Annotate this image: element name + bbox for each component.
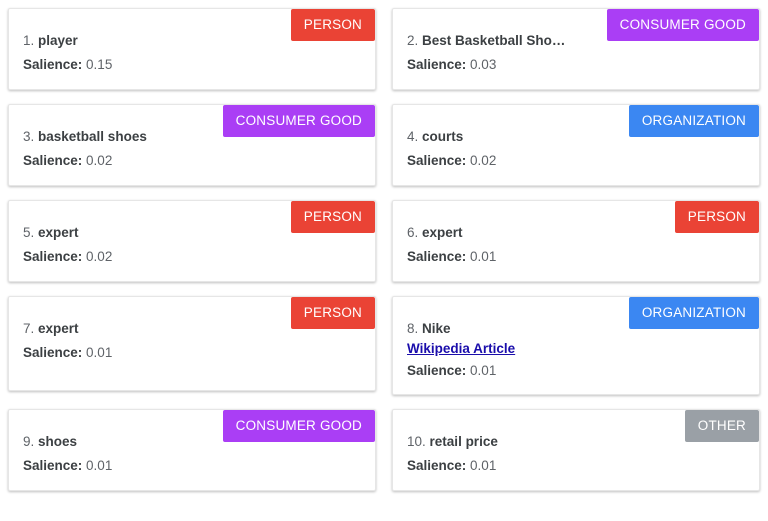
entity-index: 7.	[23, 321, 34, 336]
salience-value: 0.15	[86, 57, 112, 72]
entity-salience: Salience: 0.02	[23, 151, 361, 170]
entity-type-badge: PERSON	[291, 201, 375, 233]
entity-index: 2.	[407, 33, 418, 48]
entity-index: 9.	[23, 434, 34, 449]
entity-results-grid: PERSON 1. player Salience: 0.15 CONSUMER GO…	[0, 0, 768, 491]
wikipedia-article-link[interactable]: Wikipedia Article	[407, 341, 515, 356]
entity-index: 3.	[23, 129, 34, 144]
entity-card: OTHER 10. retail price Salience: 0.01	[392, 409, 760, 491]
entity-card: ORGANIZATION 8. Nike Wikipedia Article Sali…	[392, 296, 760, 395]
entity-salience: Salience: 0.01	[407, 247, 745, 266]
entity-card: CONSUMER GOOD3. basketball shoesSalience…	[8, 104, 376, 186]
entity-salience: Salience: 0.15	[23, 55, 361, 74]
entity-index: 4.	[407, 129, 418, 144]
salience-value: 0.02	[86, 153, 112, 168]
entity-title: 9. shoes	[23, 432, 238, 451]
salience-value: 0.02	[86, 249, 112, 264]
entity-card: CONSUMER GOOD2. Best Basketball Sho…Sali…	[392, 8, 760, 90]
entity-card: PERSON 1. player Salience: 0.15	[8, 8, 376, 90]
salience-value: 0.01	[86, 458, 112, 473]
entity-salience: Salience: 0.02	[407, 151, 745, 170]
entity-index: 8.	[407, 321, 418, 336]
entity-index: 1.	[23, 33, 34, 48]
entity-type-badge: CONSUMER GOOD	[607, 9, 759, 41]
entity-type-badge: PERSON	[675, 201, 759, 233]
entity-salience: Salience: 0.01	[23, 456, 361, 475]
entity-title: 10. retail price	[407, 432, 622, 451]
entity-index: 6.	[407, 225, 418, 240]
entity-card: PERSON 5. expert Salience: 0.02	[8, 200, 376, 282]
entity-type-badge: CONSUMER GOOD	[223, 105, 375, 137]
entity-title: 1. player	[23, 31, 238, 50]
entity-type-badge: PERSON	[291, 9, 375, 41]
salience-label: Salience:	[23, 153, 82, 168]
entity-type-badge: PERSON	[291, 297, 375, 329]
entity-name: retail price	[430, 434, 498, 449]
salience-value: 0.01	[470, 363, 496, 378]
entity-salience: Salience: 0.03	[407, 55, 745, 74]
entity-salience: Salience: 0.01	[23, 343, 361, 362]
salience-value: 0.01	[86, 345, 112, 360]
entity-type-badge: ORGANIZATION	[629, 105, 759, 137]
entity-title: 7. expert	[23, 319, 238, 338]
entity-card: CONSUMER GOOD9. shoesSalience: 0.01	[8, 409, 376, 491]
salience-label: Salience:	[407, 458, 466, 473]
entity-name: Best Basketball Sho…	[422, 33, 565, 48]
entity-salience: Salience: 0.02	[23, 247, 361, 266]
salience-value: 0.01	[470, 249, 496, 264]
entity-name: courts	[422, 129, 463, 144]
salience-label: Salience:	[23, 345, 82, 360]
salience-value: 0.01	[470, 458, 496, 473]
entity-card: ORGANIZATION 4. courts Salience: 0.02	[392, 104, 760, 186]
salience-label: Salience:	[23, 249, 82, 264]
entity-salience: Salience: 0.01	[407, 361, 745, 380]
salience-label: Salience:	[407, 153, 466, 168]
entity-title: 2. Best Basketball Sho…	[407, 31, 622, 50]
salience-value: 0.02	[470, 153, 496, 168]
entity-name: expert	[38, 225, 79, 240]
entity-name: expert	[422, 225, 463, 240]
entity-index: 10.	[407, 434, 426, 449]
entity-title: 3. basketball shoes	[23, 127, 238, 146]
entity-title: 8. Nike	[407, 319, 622, 338]
entity-card: PERSON 6. expert Salience: 0.01	[392, 200, 760, 282]
salience-label: Salience:	[407, 249, 466, 264]
salience-label: Salience:	[407, 57, 466, 72]
salience-label: Salience:	[23, 57, 82, 72]
salience-label: Salience:	[23, 458, 82, 473]
entity-index: 5.	[23, 225, 34, 240]
salience-value: 0.03	[470, 57, 496, 72]
entity-salience: Salience: 0.01	[407, 456, 745, 475]
entity-name: shoes	[38, 434, 77, 449]
entity-name: expert	[38, 321, 79, 336]
entity-title: 6. expert	[407, 223, 622, 242]
entity-name: basketball shoes	[38, 129, 147, 144]
entity-type-badge: CONSUMER GOOD	[223, 410, 375, 442]
entity-name: Nike	[422, 321, 451, 336]
entity-title: 5. expert	[23, 223, 238, 242]
salience-label: Salience:	[407, 363, 466, 378]
entity-card: PERSON 7. expert Salience: 0.01	[8, 296, 376, 391]
entity-type-badge: ORGANIZATION	[629, 297, 759, 329]
entity-title: 4. courts	[407, 127, 622, 146]
entity-name: player	[38, 33, 78, 48]
entity-type-badge: OTHER	[685, 410, 759, 442]
